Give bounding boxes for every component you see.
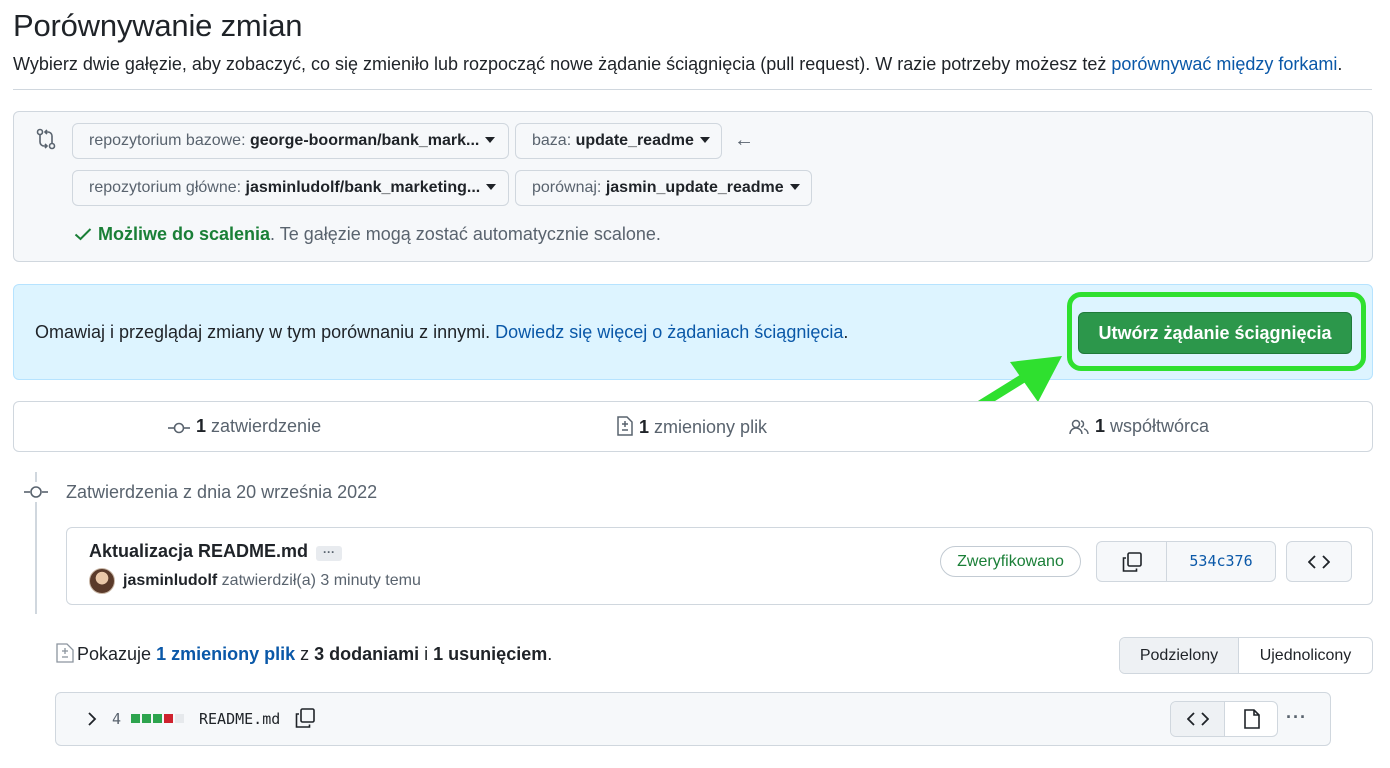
commit-icon xyxy=(23,482,49,502)
files-end: . xyxy=(547,644,553,664)
diff-stat-block xyxy=(142,714,151,723)
diff-count: 4 xyxy=(112,710,122,728)
range-editor: repozytorium bazowe: george-boorman/bank… xyxy=(13,111,1373,262)
compare-value: jasmin_update_readme xyxy=(605,179,784,196)
compare-forks-link[interactable]: porównywać między forkami xyxy=(1111,54,1337,74)
merge-status: Możliwe do scalenia. Te gałęzie mogą zos… xyxy=(74,224,661,245)
view-split-button[interactable]: Podzielony xyxy=(1120,638,1239,673)
compare-summary: 1 zatwierdzenie 1 zmieniony plik 1 współ… xyxy=(13,401,1373,452)
divider xyxy=(13,89,1372,90)
caret-down-icon xyxy=(789,184,800,190)
merge-status-ok: Możliwe do scalenia xyxy=(98,224,271,244)
compare-label: porównaj: xyxy=(532,179,606,196)
view-unified-button[interactable]: Ujednolicony xyxy=(1239,638,1372,673)
copy-icon[interactable] xyxy=(294,707,316,729)
additions-text: 3 dodaniami xyxy=(314,644,420,664)
file-header: 4 README.md ··· xyxy=(55,692,1331,746)
diff-stat-block xyxy=(164,714,173,723)
check-icon xyxy=(74,228,92,241)
base-label: baza: xyxy=(532,132,576,149)
kebab-icon[interactable]: ··· xyxy=(1286,707,1307,728)
head-repo-label: repozytorium główne: xyxy=(89,179,246,196)
banner-text-end: . xyxy=(843,322,849,342)
banner-text-main: Omawiaj i przeglądaj zmiany w tym porówn… xyxy=(35,322,496,342)
contributors-count: 1 xyxy=(1095,416,1106,436)
changed-files-link[interactable]: 1 zmieniony plik xyxy=(156,644,295,664)
timeline-heading: Zatwierdzenia z dnia 20 września 2022 xyxy=(66,482,378,502)
base-value: update_readme xyxy=(575,132,694,149)
arrow-left-icon: ← xyxy=(734,129,754,151)
commits-stat[interactable]: 1 zatwierdzenie xyxy=(168,416,321,437)
file-name-link[interactable]: README.md xyxy=(199,710,280,728)
view-rich-button[interactable] xyxy=(1225,702,1277,736)
contributors-stat[interactable]: 1 współtwórca xyxy=(1069,416,1209,437)
banner-text: Omawiaj i przeglądaj zmiany w tym porówn… xyxy=(35,322,848,343)
copy-icon xyxy=(1122,551,1142,572)
file-icon xyxy=(1244,709,1260,729)
diff-view-toggle: Podzielony Ujednolicony xyxy=(1119,637,1373,674)
page-title: Porównywanie zmian xyxy=(13,8,303,43)
commit-card: Aktualizacja README.md ··· jasminludolf … xyxy=(66,527,1373,605)
commit-action: zatwierdził(a) 3 minuty temu xyxy=(217,572,421,589)
commit-sha-link[interactable]: 534c376 xyxy=(1167,542,1275,581)
commits-count: 1 xyxy=(196,416,207,436)
merge-status-text: . Te gałęzie mogą zostać automatycznie s… xyxy=(270,224,661,244)
files-mid: z xyxy=(295,644,315,664)
diff-stat-block xyxy=(131,714,140,723)
compare-icon xyxy=(36,128,56,150)
base-repo-select[interactable]: repozytorium bazowe: george-boorman/bank… xyxy=(72,123,509,159)
head-repo-select[interactable]: repozytorium główne: jasminludolf/bank_m… xyxy=(72,170,509,206)
head-repo-value: jasminludolf/bank_marketing... xyxy=(245,179,481,196)
subtitle-end: . xyxy=(1337,54,1343,74)
avatar[interactable] xyxy=(89,568,115,594)
files-stat[interactable]: 1 zmieniony plik xyxy=(617,416,767,438)
deletions-text: 1 usunięciem xyxy=(433,644,548,664)
create-pull-request-button[interactable]: Utwórz żądanie ściągnięcia xyxy=(1078,312,1352,354)
verified-badge[interactable]: Zweryfikowano xyxy=(940,546,1081,577)
files-count: 1 xyxy=(639,417,650,437)
file-diff-icon xyxy=(56,643,74,663)
compare-branch-select[interactable]: porównaj: jasmin_update_readme xyxy=(515,170,812,206)
diff-stat-block xyxy=(175,714,184,723)
caret-down-icon xyxy=(486,184,497,190)
files-and: i xyxy=(419,644,434,664)
caret-down-icon xyxy=(699,137,710,143)
view-source-button[interactable] xyxy=(1171,702,1225,736)
sha-group: 534c376 xyxy=(1096,541,1276,582)
commit-meta: jasminludolf zatwierdził(a) 3 minuty tem… xyxy=(123,572,421,590)
caret-down-icon xyxy=(485,137,496,143)
diff-stat-block xyxy=(153,714,162,723)
browse-repo-button[interactable] xyxy=(1286,541,1352,582)
diff-stat-bar xyxy=(131,714,184,723)
learn-more-link[interactable]: Dowiedz się więcej o żądaniach ściągnięc… xyxy=(495,322,843,342)
subtitle-text: Wybierz dwie gałęzie, aby zobaczyć, co s… xyxy=(13,54,1112,74)
commit-title[interactable]: Aktualizacja README.md xyxy=(89,541,308,562)
copy-sha-button[interactable] xyxy=(1097,542,1167,581)
commit-icon xyxy=(168,422,190,434)
file-view-buttons xyxy=(1170,701,1278,737)
files-label: zmieniony plik xyxy=(649,417,768,437)
code-icon xyxy=(1186,712,1209,726)
code-icon xyxy=(1308,554,1330,569)
chevron-right-icon[interactable] xyxy=(86,711,98,727)
commit-author[interactable]: jasminludolf xyxy=(123,572,217,589)
base-repo-label: repozytorium bazowe: xyxy=(89,132,250,149)
files-summary: Pokazuje 1 zmieniony plik z 3 dodaniami … xyxy=(77,644,552,665)
commit-expand-button[interactable]: ··· xyxy=(316,546,342,561)
file-diff-icon xyxy=(617,416,633,436)
page-subtitle: Wybierz dwie gałęzie, aby zobaczyć, co s… xyxy=(13,54,1342,75)
pr-banner: Omawiaj i przeglądaj zmiany w tym porówn… xyxy=(13,284,1373,380)
people-icon xyxy=(1069,419,1089,435)
contributors-label: współtwórca xyxy=(1105,416,1210,436)
commits-label: zatwierdzenie xyxy=(206,416,322,436)
base-branch-select[interactable]: baza: update_readme xyxy=(515,123,722,159)
base-repo-value: george-boorman/bank_mark... xyxy=(249,132,480,149)
files-prefix: Pokazuje xyxy=(77,644,157,664)
